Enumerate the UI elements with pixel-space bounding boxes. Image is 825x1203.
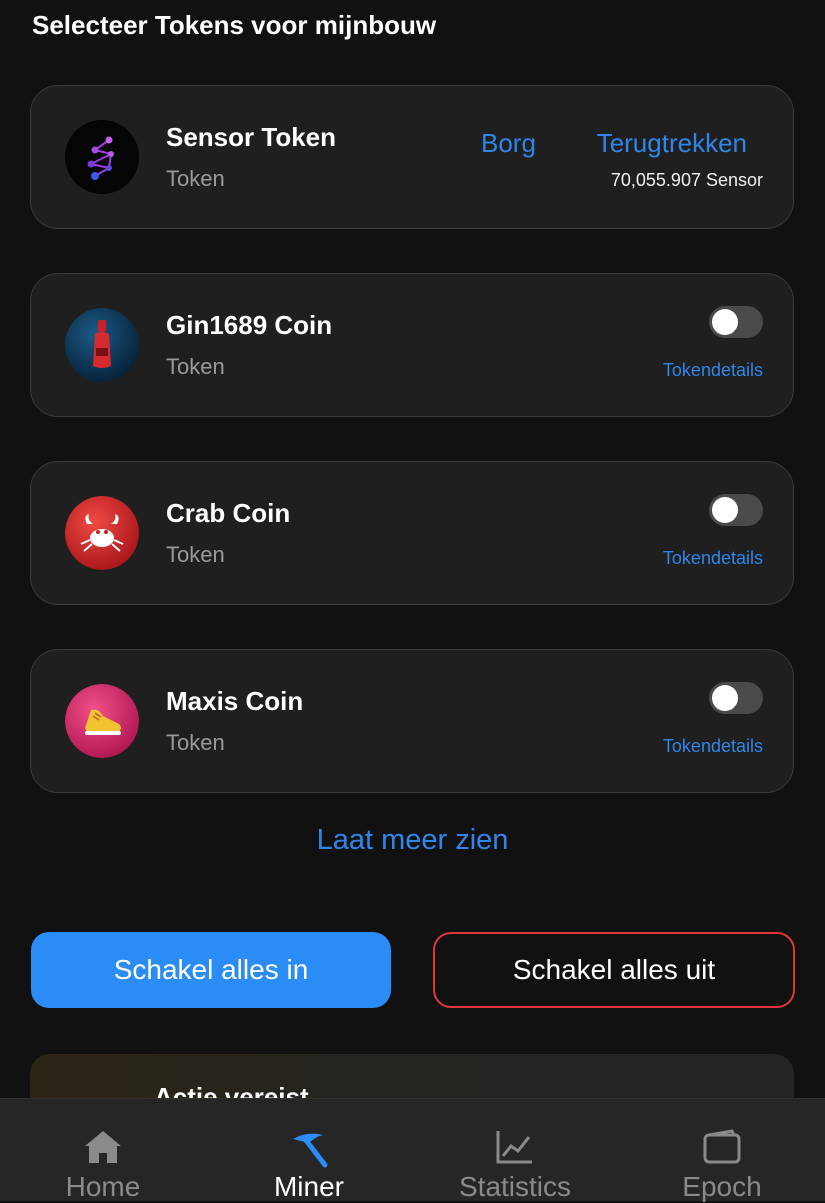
token-type: Token bbox=[166, 354, 225, 379]
page-title: Selecteer Tokens voor mijnbouw bbox=[32, 10, 437, 40]
sensor-token-logo bbox=[65, 120, 139, 194]
tab-epoch[interactable]: Epoch bbox=[619, 1099, 825, 1202]
mining-toggle[interactable] bbox=[709, 306, 763, 338]
mining-toggle[interactable] bbox=[709, 682, 763, 714]
token-type: Token bbox=[166, 730, 225, 755]
token-details-link[interactable]: Tokendetails bbox=[663, 360, 763, 381]
token-type: Token bbox=[166, 542, 225, 567]
disable-all-button[interactable]: Schakel alles uit bbox=[433, 932, 795, 1008]
token-name: Sensor Token bbox=[166, 122, 337, 152]
withdraw-link[interactable]: Terugtrekken bbox=[597, 128, 747, 159]
toggle-knob bbox=[712, 497, 738, 523]
token-name: Crab Coin bbox=[166, 498, 291, 528]
token-details-link[interactable]: Tokendetails bbox=[663, 548, 763, 569]
toggle-knob bbox=[712, 309, 738, 335]
crab-coin-logo bbox=[65, 496, 139, 570]
maxis-coin-logo bbox=[65, 684, 139, 758]
mining-toggle[interactable] bbox=[709, 494, 763, 526]
wallet-icon bbox=[702, 1129, 742, 1170]
tab-miner[interactable]: Miner bbox=[206, 1099, 412, 1202]
tab-label: Home bbox=[65, 1171, 141, 1202]
tab-home[interactable]: Home bbox=[0, 1099, 206, 1202]
tab-statistics[interactable]: Statistics bbox=[412, 1099, 618, 1202]
enable-all-button[interactable]: Schakel alles in bbox=[31, 932, 391, 1008]
tab-label: Statistics bbox=[458, 1171, 572, 1202]
chart-icon bbox=[495, 1129, 535, 1170]
sensor-balance: 70,055.907 Sensor bbox=[610, 170, 763, 190]
token-details-link[interactable]: Tokendetails bbox=[663, 736, 763, 757]
token-card-maxis: Maxis Coin Token Tokendetails bbox=[30, 649, 794, 793]
home-icon bbox=[83, 1129, 123, 1170]
gin1689-logo bbox=[65, 308, 139, 382]
pickaxe-icon bbox=[289, 1129, 329, 1174]
show-more-link[interactable]: Laat meer zien bbox=[0, 824, 825, 857]
sensor-token-card: Sensor Token Token Borg Terugtrekken 70,… bbox=[30, 85, 794, 229]
token-card-gin1689: Gin1689 Coin Token Tokendetails bbox=[30, 273, 794, 417]
token-name: Maxis Coin bbox=[166, 686, 304, 716]
tab-label: Epoch bbox=[682, 1171, 762, 1202]
token-card-crab: Crab Coin Token Tokendetails bbox=[30, 461, 794, 605]
bottom-tab-bar: Home Miner Statistics Epoch bbox=[0, 1098, 825, 1202]
token-type: Token bbox=[166, 166, 225, 191]
toggle-knob bbox=[712, 685, 738, 711]
token-name: Gin1689 Coin bbox=[166, 310, 333, 340]
tab-label: Miner bbox=[273, 1171, 344, 1202]
borg-link[interactable]: Borg bbox=[481, 128, 536, 159]
